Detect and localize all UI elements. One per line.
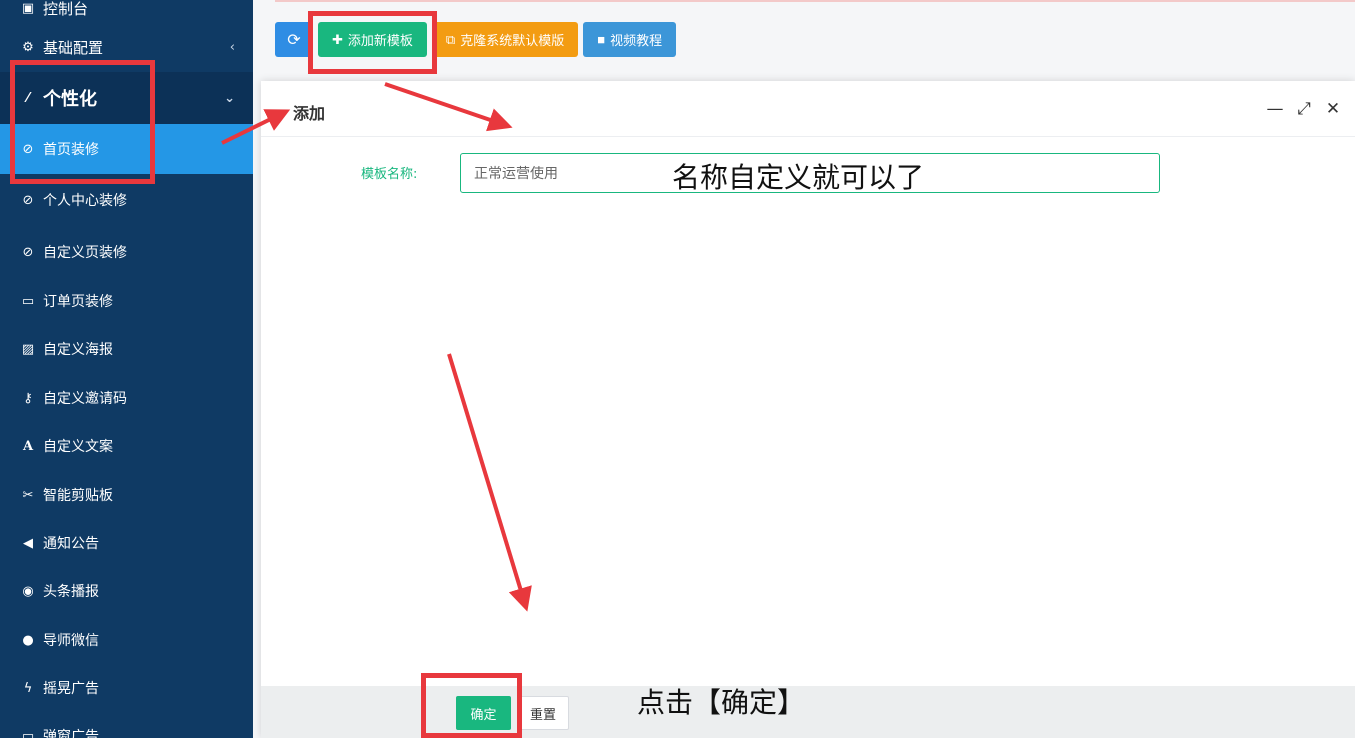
sidebar-item-headline[interactable]: ◉ 头条播报 [0,567,253,615]
maximize-icon[interactable]: ⤢ [1295,99,1313,119]
bolt-icon: ϟ [23,680,33,696]
refresh-icon: ⟳ [287,31,301,49]
sidebar-item-label: 订单页装修 [43,294,113,310]
toolbar: ⟳ ✚ 添加新模板 ⧉ 克隆系统默认模版 ■ 视频教程 [275,22,677,57]
reset-button[interactable]: 重置 [517,696,569,730]
sidebar-item-label: 自定义页装修 [43,245,127,261]
sidebar-item-label: 导师微信 [43,633,99,649]
sidebar-item-label: 控制台 [43,0,89,18]
sidebar-item-label: 智能剪贴板 [43,488,113,504]
sidebar-item-shake-ad[interactable]: ϟ 摇晃广告 [0,664,253,712]
sidebar-item-label: 首页装修 [43,142,99,158]
sidebar-item-label: 个人中心装修 [43,193,127,209]
dialog-header: 添加 — ⤢ ✕ [261,81,1355,137]
sidebar-item-label: 头条播报 [43,584,99,600]
sidebar-item-notice[interactable]: ◀ 通知公告 [0,519,253,567]
sidebar-item-custom-invite-code[interactable]: ⚷ 自定义邀请码 [0,374,253,422]
copy-icon: ⧉ [445,31,456,47]
close-icon[interactable]: ✕ [1324,99,1342,119]
ban-icon: ⊘ [22,141,34,157]
sidebar-item-label: 个性化 [43,89,97,110]
window-icon: ▭ [21,293,35,309]
key-icon: ⚷ [23,390,33,406]
ban-icon: ⊘ [22,192,34,208]
add-template-label: 添加新模板 [347,33,413,48]
sidebar: ▣ 控制台 ⚙ 基础配置 ‹ ⁄ 个性化 ⌄ ⊘ 首页装修 ⊘ 个人中心装修 ⊘… [0,0,253,738]
sidebar-item-label: 摇晃广告 [43,681,99,697]
refresh-button[interactable]: ⟳ [275,22,313,57]
note-name-custom: 名称自定义就可以了 [672,161,925,194]
sidebar-item-label: 自定义文案 [43,439,113,455]
confirm-button[interactable]: 确定 [456,696,511,730]
sidebar-item-custom-poster[interactable]: ▨ 自定义海报 [0,325,253,373]
sidebar-item-label: 基础配置 [43,38,104,57]
add-template-button[interactable]: ✚ 添加新模板 [318,22,427,57]
wechat-icon: ● [22,632,34,648]
plus-icon: ✚ [332,31,343,47]
sidebar-item-mentor-wechat[interactable]: ● 导师微信 [0,616,253,664]
sidebar-group-personalize[interactable]: ⁄ 个性化 ⌄ [0,72,253,124]
ban-icon: ⊘ [22,244,34,260]
dialog-footer: 确定 重置 [261,686,1355,738]
note-click-confirm: 点击【确定】 [637,686,806,719]
sidebar-item-label: 通知公告 [43,536,99,552]
sidebar-item-user-center-decor[interactable]: ⊘ 个人中心装修 [0,176,253,224]
template-name-label: 模板名称: [361,167,418,182]
chevron-down-icon: ⌄ [224,90,235,106]
sidebar-item-basic-config[interactable]: ⚙ 基础配置 ‹ [0,23,253,71]
image-icon: ▨ [21,341,35,357]
sidebar-item-label: 弹窗广告 [43,729,99,738]
clone-label: 克隆系统默认模版 [460,33,565,48]
video-camera-icon: ■ [597,32,606,47]
sidebar-item-home-decor[interactable]: ⊘ 首页装修 [0,124,253,174]
clone-default-template-button[interactable]: ⧉ 克隆系统默认模版 [431,22,579,57]
minimize-icon[interactable]: — [1266,99,1284,119]
sidebar-item-custom-page-decor[interactable]: ⊘ 自定义页装修 [0,228,253,276]
sidebar-item-order-page-decor[interactable]: ▭ 订单页装修 [0,277,253,325]
sidebar-item-popup-ad[interactable]: ▭ 弹窗广告 [0,712,253,738]
scissors-icon: ✂ [22,487,34,503]
podcast-icon: ◉ [22,583,34,599]
window-icon: ▭ [21,728,35,738]
dialog-title: 添加 [293,104,326,123]
font-icon: A [22,438,34,454]
sidebar-item-custom-copy[interactable]: A 自定义文案 [0,422,253,470]
sidebar-item-smart-clipboard[interactable]: ✂ 智能剪贴板 [0,471,253,519]
top-divider [275,0,1355,2]
video-tutorial-button[interactable]: ■ 视频教程 [583,22,677,57]
dashboard-icon: ▣ [21,0,35,16]
gears-icon: ⚙ [22,39,34,55]
video-label: 视频教程 [610,33,663,48]
bullhorn-icon: ◀ [23,535,33,551]
sidebar-item-label: 自定义海报 [43,342,113,358]
magic-wand-icon: ⁄ [26,90,30,106]
sidebar-item-label: 自定义邀请码 [43,391,127,407]
chevron-left-icon: ‹ [229,39,235,55]
